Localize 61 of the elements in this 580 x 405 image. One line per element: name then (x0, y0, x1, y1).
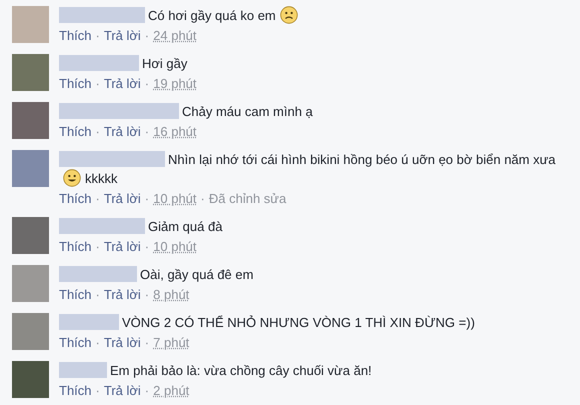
blurred-name[interactable] (59, 314, 119, 330)
action-link[interactable]: Thích (59, 75, 92, 93)
frowning-face-icon (280, 6, 298, 24)
separator-dot: · (144, 123, 150, 141)
separator-dot: · (144, 238, 150, 256)
separator-dot: · (144, 334, 150, 352)
separator-dot: · (96, 238, 100, 256)
action-link[interactable]: Trả lời (104, 190, 141, 208)
separator-dot: · (144, 286, 150, 304)
action-link[interactable]: Trả lời (104, 238, 141, 256)
separator-dot: · (96, 334, 100, 352)
action-link[interactable]: Trả lời (104, 334, 141, 352)
avatar-placeholder[interactable] (12, 265, 49, 302)
avatar-placeholder[interactable] (12, 217, 49, 254)
action-link[interactable]: Trả lời (104, 27, 141, 45)
avatar-placeholder[interactable] (12, 54, 49, 91)
action-link[interactable]: Thích (59, 382, 92, 400)
separator-dot: · (144, 75, 150, 93)
separator-dot: · (96, 286, 100, 304)
comment-text: kkkkk (85, 171, 118, 186)
comment-text: Nhìn lại nhớ tới cái hình bikini hồng béo ú uỡn ẹo bờ biển năm xưa (168, 152, 556, 167)
blurred-name[interactable] (59, 218, 145, 234)
action-link[interactable]: Trả lời (104, 123, 141, 141)
separator-dot: · (144, 190, 150, 208)
comment-text: VÒNG 2 CÓ THỂ NHỎ NHƯNG VÒNG 1 THÌ XIN ĐỪNG =)) (122, 315, 475, 330)
separator-dot: · (96, 190, 100, 208)
smiling-face-icon (63, 169, 81, 187)
blurred-name[interactable] (59, 103, 179, 119)
action-link[interactable]: Trả lời (104, 382, 141, 400)
blurred-name[interactable] (59, 362, 107, 378)
separator-dot: · (200, 190, 205, 208)
separator-dot: · (144, 382, 150, 400)
comment-text: Oài, gầy quá đê em (140, 267, 254, 282)
avatar-placeholder[interactable] (12, 150, 49, 187)
avatar-placeholder[interactable] (12, 102, 49, 139)
separator-dot: · (96, 75, 100, 93)
action-link[interactable]: Thích (59, 27, 92, 45)
blurred-name[interactable] (59, 151, 165, 167)
avatar-placeholder[interactable] (12, 6, 49, 43)
blurred-name[interactable] (59, 266, 137, 282)
comment-text: Hơi gầy (142, 56, 188, 71)
action-link[interactable]: Thích (59, 238, 92, 256)
action-link[interactable]: Thích (59, 123, 92, 141)
separator-dot: · (96, 123, 100, 141)
separator-dot: · (96, 27, 100, 45)
action-link[interactable]: Trả lời (104, 286, 141, 304)
comment-text: Có hơi gầy quá ko em (148, 8, 276, 23)
blurred-name[interactable] (59, 7, 145, 23)
avatar-placeholder[interactable] (12, 361, 49, 398)
separator-dot: · (144, 27, 150, 45)
action-link[interactable]: Thích (59, 190, 92, 208)
comment-text: Chảy máu cam mình ạ (182, 104, 313, 119)
separator-dot: · (96, 382, 100, 400)
action-link[interactable]: Thích (59, 286, 92, 304)
comment-text: Em phải bảo là: vừa chồng cây chuối vừa ăn! (110, 363, 372, 378)
action-link[interactable]: Trả lời (104, 75, 141, 93)
avatar-placeholder[interactable] (12, 313, 49, 350)
action-link[interactable]: Thích (59, 334, 92, 352)
blurred-name[interactable] (59, 55, 139, 71)
comment-text: Giảm quá đà (148, 219, 222, 234)
edited-note: Đã chỉnh sửa (208, 190, 286, 208)
